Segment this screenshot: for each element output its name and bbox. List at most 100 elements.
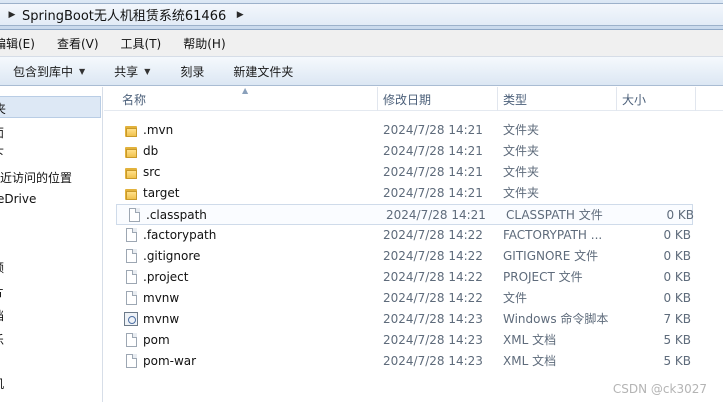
include-in-library-button[interactable]: 包含到库中 ▼ — [13, 63, 85, 80]
file-size: 7 KB — [663, 312, 691, 326]
file-icon-cell — [122, 351, 138, 372]
file-modified-date: 2024/7/28 14:21 — [383, 165, 483, 179]
nav-item-onedrive[interactable]: eDrive — [0, 192, 36, 206]
file-name: .gitignore — [143, 249, 201, 263]
file-icon-cell — [122, 141, 138, 162]
file-row[interactable]: pom 2024/7/28 14:23 XML 文档 5 KB — [114, 330, 694, 351]
file-row[interactable]: .classpath 2024/7/28 14:21 CLASSPATH 文件 0 K… — [116, 204, 694, 226]
file-type: FACTORYPATH ... — [503, 228, 603, 242]
file-modified-date: 2024/7/28 14:22 — [383, 291, 483, 305]
file-icon — [126, 333, 137, 347]
column-header-date[interactable]: 修改日期 — [379, 87, 431, 111]
file-row[interactable]: mvnw 2024/7/28 14:23 Windows 命令脚本 7 KB — [114, 309, 694, 330]
nav-item-pictures[interactable]: 片 — [0, 283, 4, 300]
file-type: PROJECT 文件 — [503, 270, 583, 284]
file-row[interactable]: .project 2024/7/28 14:22 PROJECT 文件 0 KB — [114, 267, 694, 288]
new-folder-label: 新建文件夹 — [233, 64, 294, 79]
menu-view[interactable]: 查看(V) — [51, 35, 105, 52]
nav-item-downloads[interactable]: 下 — [0, 145, 4, 162]
file-size: 0 KB — [663, 270, 691, 284]
file-size — [614, 183, 691, 204]
menu-edit[interactable]: 编辑(E) — [0, 35, 41, 52]
file-size: 0 KB — [663, 249, 691, 263]
include-in-library-label: 包含到库中 — [13, 64, 74, 79]
menu-bar: 编辑(E) 查看(V) 工具(T) 帮助(H) — [0, 30, 723, 57]
file-modified-date: 2024/7/28 14:23 — [383, 333, 483, 347]
sort-ascending-icon: ▲ — [242, 86, 249, 95]
menu-tools[interactable]: 工具(T) — [115, 35, 168, 52]
folder-icon — [125, 124, 138, 137]
file-type: XML 文档 — [503, 354, 557, 368]
column-divider[interactable] — [695, 87, 696, 111]
file-size — [614, 120, 691, 141]
file-row[interactable]: .mvn 2024/7/28 14:21 文件夹 — [114, 120, 694, 141]
file-name: target — [143, 186, 180, 200]
file-modified-date: 2024/7/28 14:22 — [383, 228, 483, 242]
file-icon — [129, 208, 140, 222]
file-row[interactable]: mvnw 2024/7/28 14:22 文件 0 KB — [114, 288, 694, 309]
file-icon-cell — [122, 309, 138, 330]
breadcrumb-chevron-right-icon[interactable]: ▶ — [4, 10, 20, 20]
column-divider[interactable] — [377, 87, 378, 111]
column-header-size[interactable]: 大小 — [618, 87, 646, 111]
file-type: XML 文档 — [503, 333, 557, 347]
column-divider[interactable] — [497, 87, 498, 111]
burn-button[interactable]: 刻录 — [180, 63, 204, 80]
file-icon-cell — [122, 267, 138, 288]
column-header-row: ▲ 名称 修改日期 类型 大小 — [104, 86, 723, 111]
command-toolbar: 包含到库中 ▼ 共享 ▼ 刻录 新建文件夹 — [0, 57, 723, 86]
file-name: pom — [143, 333, 170, 347]
folder-icon — [125, 145, 138, 158]
column-divider[interactable] — [616, 87, 617, 111]
file-name: db — [143, 144, 159, 158]
file-name: .mvn — [143, 123, 174, 137]
column-header-type[interactable]: 类型 — [499, 87, 527, 111]
file-row[interactable]: target 2024/7/28 14:21 文件夹 — [114, 183, 694, 204]
file-modified-date: 2024/7/28 14:21 — [386, 208, 486, 222]
file-row[interactable]: src 2024/7/28 14:21 文件夹 — [114, 162, 694, 183]
file-name: .factorypath — [143, 228, 217, 242]
burn-label: 刻录 — [180, 64, 205, 79]
file-modified-date: 2024/7/28 14:23 — [383, 354, 483, 368]
new-folder-button[interactable]: 新建文件夹 — [233, 63, 293, 80]
nav-item-desktop[interactable]: 面 — [0, 124, 4, 141]
breadcrumb-segment-current[interactable]: SpringBoot无人机租赁系统61466 — [20, 5, 228, 24]
breadcrumb-chevron-right-icon[interactable]: ▶ — [232, 10, 248, 20]
file-icon — [126, 249, 137, 263]
file-type: 文件夹 — [503, 186, 540, 200]
script-icon — [124, 312, 138, 326]
chevron-down-icon: ▼ — [144, 66, 151, 76]
file-icon-cell — [122, 288, 138, 309]
file-row[interactable]: pom-war 2024/7/28 14:23 XML 文档 5 KB — [114, 351, 694, 372]
file-icon-cell — [122, 162, 138, 183]
file-icon — [126, 354, 137, 368]
column-header-name[interactable]: 名称 — [118, 87, 146, 111]
nav-item-favorites[interactable]: 夹 — [0, 96, 101, 118]
file-modified-date: 2024/7/28 14:21 — [383, 186, 483, 200]
file-row[interactable]: .factorypath 2024/7/28 14:22 FACTORYPATH .… — [114, 225, 694, 246]
file-row[interactable]: .gitignore 2024/7/28 14:22 GITIGNORE 文件 0 K… — [114, 246, 694, 267]
file-icon-cell — [125, 205, 141, 226]
chevron-down-icon: ▼ — [79, 66, 86, 76]
file-icon-cell — [122, 330, 138, 351]
nav-item-videos[interactable]: 频 — [0, 259, 4, 276]
nav-item-music[interactable]: 乐 — [0, 331, 4, 348]
file-icon — [126, 291, 137, 305]
menu-help[interactable]: 帮助(H) — [177, 35, 231, 52]
file-size: 5 KB — [663, 333, 691, 347]
file-icon-cell — [122, 120, 138, 141]
nav-item-recent-places[interactable]: 最近访问的位置 — [0, 169, 72, 186]
file-modified-date: 2024/7/28 14:22 — [383, 270, 483, 284]
file-type: 文件夹 — [503, 165, 540, 179]
nav-item-documents[interactable]: 档 — [0, 307, 4, 324]
nav-item-computer[interactable]: 机 — [0, 375, 4, 392]
file-type: 文件 — [503, 291, 528, 305]
file-icon — [126, 270, 137, 284]
file-row[interactable]: db 2024/7/28 14:21 文件夹 — [114, 141, 694, 162]
file-size — [614, 162, 691, 183]
navigation-pane: 夹 面 下 最近访问的位置 eDrive 频 片 档 乐 机 — [0, 87, 103, 402]
address-breadcrumb[interactable]: ▶ SpringBoot无人机租赁系统61466 ▶ — [0, 3, 723, 26]
share-button[interactable]: 共享 ▼ — [114, 63, 150, 80]
file-modified-date: 2024/7/28 14:21 — [383, 144, 483, 158]
share-label: 共享 — [114, 64, 139, 79]
